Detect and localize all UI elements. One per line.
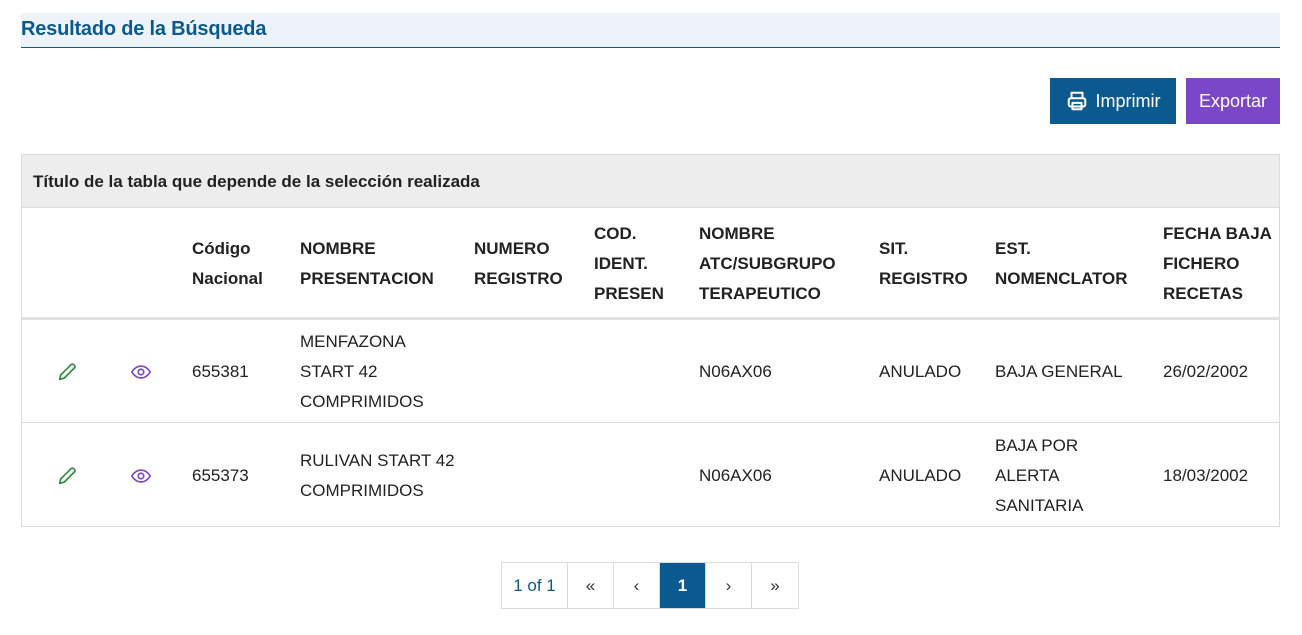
table-row: 655373 RULIVAN START 42 COMPRIMIDOS N06A… (22, 424, 1279, 527)
column-header-numero-registro: NUMERO REGISTRO (474, 239, 563, 288)
column-header-fecha-baja: FECHA BAJA FICHERO RECETAS (1163, 224, 1272, 303)
page-title: Resultado de la Búsqueda (21, 18, 267, 40)
edit-button[interactable] (52, 424, 82, 527)
cell-fecha-baja: 26/02/2002 (1163, 361, 1249, 381)
cell-fecha-baja: 18/03/2002 (1163, 465, 1249, 485)
table-caption-text: Título de la tabla que depende de la sel… (33, 172, 480, 191)
table-caption: Título de la tabla que depende de la sel… (22, 155, 1279, 208)
cell-atc: N06AX06 (699, 361, 772, 381)
results-table: Título de la tabla que depende de la sel… (21, 154, 1280, 527)
eye-icon (130, 364, 152, 379)
cell-codigo: 655373 (192, 465, 249, 485)
table-row: 655381 MENFAZONA START 42 COMPRIMIDOS N0… (22, 320, 1279, 423)
section-header: Resultado de la Búsqueda (21, 13, 1280, 48)
edit-button[interactable] (52, 320, 82, 423)
view-button[interactable] (126, 320, 156, 423)
first-page-button[interactable]: « (568, 563, 614, 608)
cell-cod-ident (594, 320, 674, 423)
printer-icon (1067, 91, 1086, 111)
cell-numero-registro (474, 424, 574, 527)
previous-page-button[interactable]: ‹ (614, 563, 660, 608)
cell-sit-registro: ANULADO (879, 361, 962, 381)
eye-icon (130, 468, 152, 483)
cell-nombre: RULIVAN START 42 COMPRIMIDOS (300, 450, 455, 500)
print-button[interactable]: Imprimir (1050, 78, 1176, 124)
cell-codigo: 655381 (192, 361, 249, 381)
cell-est-nomenclator: BAJA GENERAL (995, 361, 1123, 381)
column-header-codigo: Código Nacional (192, 239, 263, 288)
column-header-nombre: NOMBRE PRESENTACION (300, 239, 434, 288)
column-header-sit-registro: SIT. REGISTRO (879, 239, 968, 288)
cell-cod-ident (594, 424, 674, 527)
cell-est-nomenclator: BAJA POR ALERTA SANITARIA (995, 435, 1084, 515)
next-page-button[interactable]: › (706, 563, 752, 608)
page-info: 1 of 1 (502, 563, 568, 608)
cell-atc: N06AX06 (699, 465, 772, 485)
column-header-cod-ident: COD. IDENT. PRESEN (594, 224, 664, 303)
last-page-button[interactable]: » (752, 563, 798, 608)
pencil-icon (58, 466, 76, 484)
pagination: 1 of 1 « ‹ 1 › » (501, 562, 799, 609)
view-button[interactable] (126, 424, 156, 527)
table-header: Código Nacional NOMBRE PRESENTACION NUME… (22, 208, 1279, 320)
column-header-est-nomenclator: EST. NOMENCLATOR (995, 239, 1128, 288)
cell-nombre: MENFAZONA START 42 COMPRIMIDOS (300, 331, 424, 411)
column-header-atc: NOMBRE ATC/SUBGRUPO TERAPEUTICO (699, 224, 836, 303)
current-page-button[interactable]: 1 (660, 563, 706, 608)
export-button[interactable]: Exportar (1186, 78, 1280, 124)
print-button-label: Imprimir (1095, 90, 1161, 111)
cell-numero-registro (474, 320, 574, 423)
export-button-label: Exportar (1198, 90, 1268, 111)
cell-sit-registro: ANULADO (879, 465, 962, 485)
pencil-icon (58, 362, 76, 380)
